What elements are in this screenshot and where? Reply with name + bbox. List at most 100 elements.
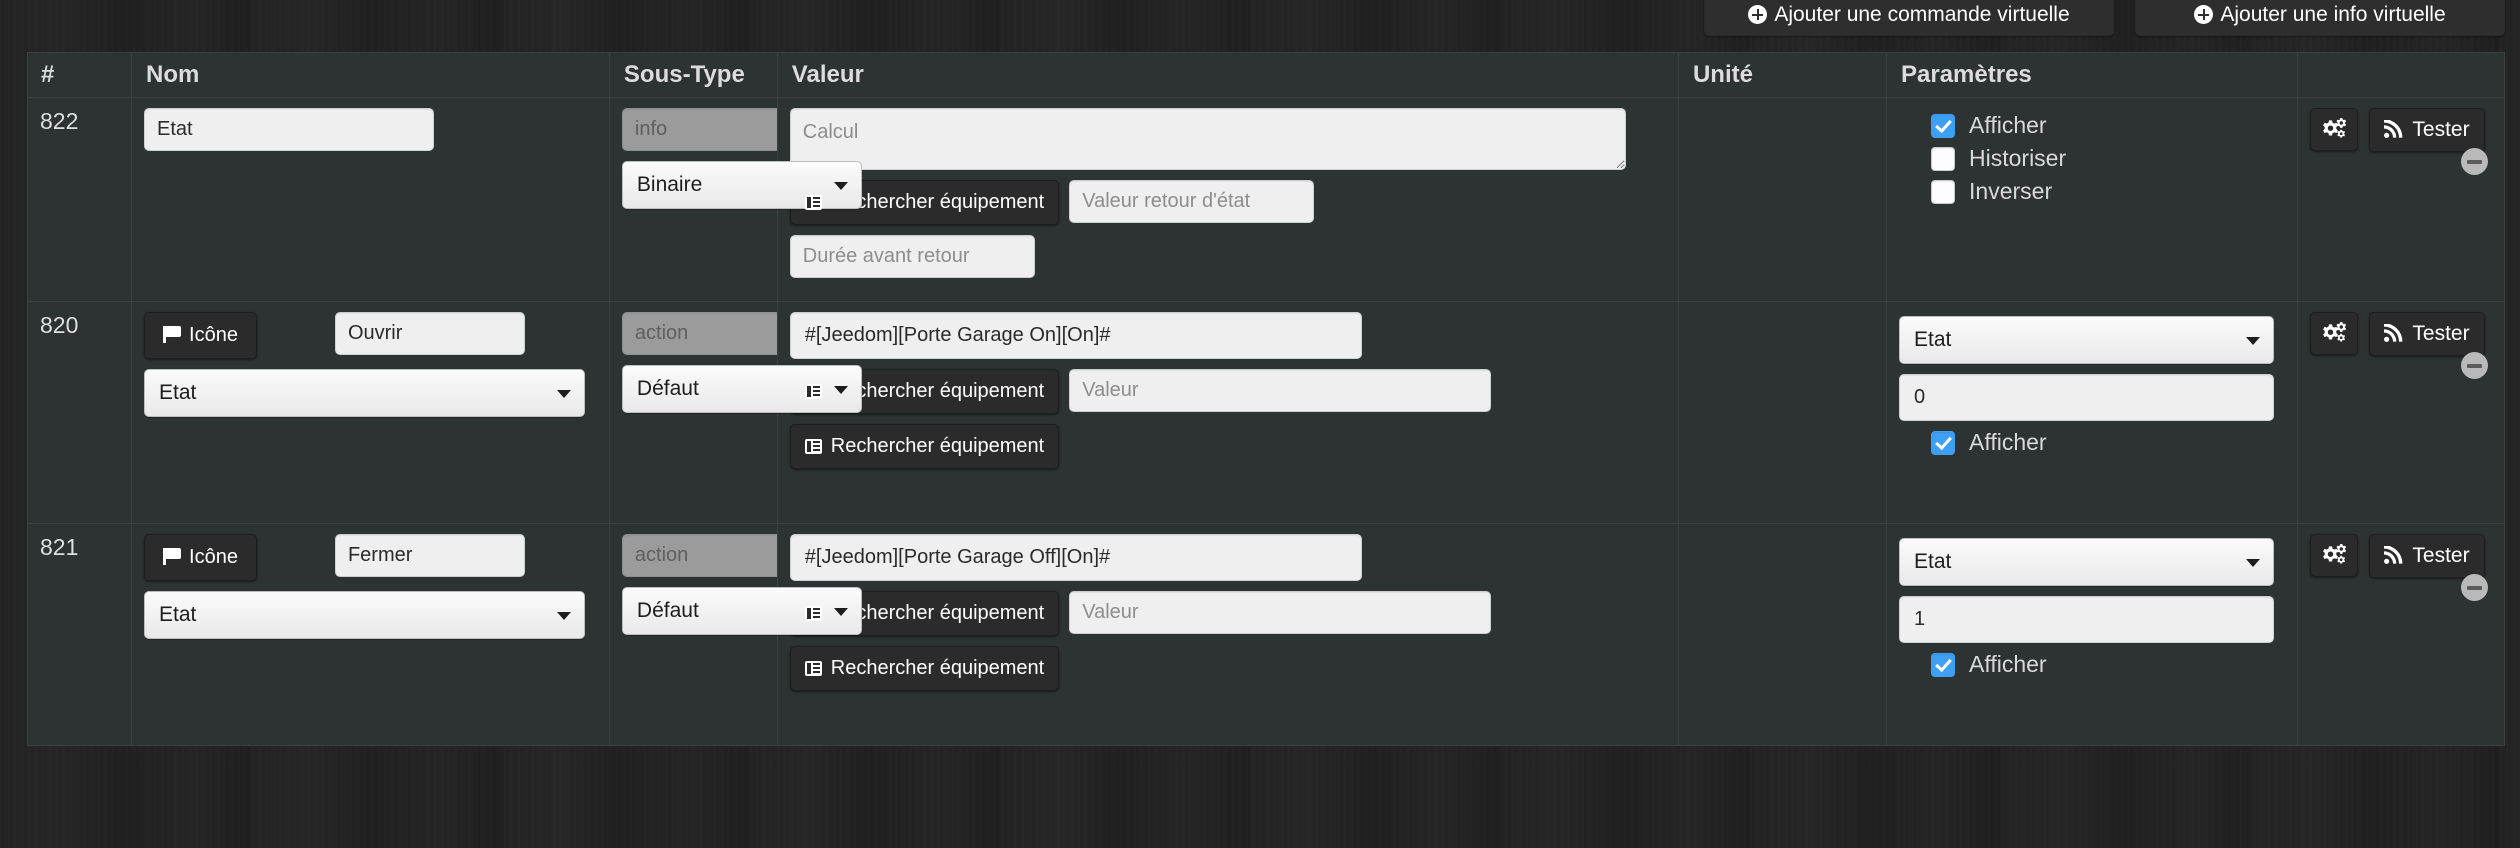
rss-icon <box>2384 546 2404 564</box>
row-actions-cell: Tester <box>2296 301 2506 524</box>
subtype-select-wrapper[interactable]: Défaut <box>621 587 862 635</box>
historiser-checkbox[interactable] <box>1931 146 1956 171</box>
linked-state-select-wrapper[interactable]: Etat <box>144 591 586 639</box>
row-actions-cell: Tester <box>2296 523 2506 746</box>
icon-picker-button[interactable]: Icône <box>144 534 257 581</box>
afficher-checkbox[interactable] <box>1931 430 1956 455</box>
table-row: 821 Icône Etat Défaut <box>26 523 2506 746</box>
afficher-label: Afficher <box>1969 429 2047 455</box>
remove-command-button[interactable] <box>2461 352 2488 379</box>
add-virtual-info-button[interactable]: Ajouter une info virtuelle <box>2135 0 2505 36</box>
value-input[interactable] <box>789 534 1362 581</box>
test-label: Tester <box>2412 118 2470 141</box>
search-equipment-button-secondary[interactable]: Rechercher équipement <box>789 646 1060 691</box>
test-button[interactable]: Tester <box>2369 534 2485 578</box>
list-icon <box>804 606 822 621</box>
test-button[interactable]: Tester <box>2369 312 2485 356</box>
param-state-select-wrapper[interactable]: Etat <box>1899 316 2275 364</box>
add-virtual-command-label: Ajouter une commande virtuelle <box>1774 3 2070 26</box>
secondary-value-input[interactable] <box>1069 591 1492 634</box>
add-virtual-info-label: Ajouter une info virtuelle <box>2220 3 2446 26</box>
page-root: Ajouter une commande virtuelle Ajouter u… <box>0 0 2520 848</box>
afficher-checkbox[interactable] <box>1931 652 1956 677</box>
list-icon <box>804 195 822 210</box>
plus-circle-icon <box>1748 5 1768 24</box>
linked-state-select[interactable]: Etat <box>144 591 586 639</box>
configure-button[interactable] <box>2309 312 2358 355</box>
row-subtype-cell: Binaire <box>608 97 862 302</box>
table-body: 822 Binaire Rechercher équipement <box>26 97 2506 746</box>
table-row: 822 Binaire Rechercher équipement <box>26 97 2506 302</box>
name-row-controls: Icône <box>144 534 601 581</box>
param-state-select-wrapper[interactable]: Etat <box>1899 538 2275 586</box>
search-equipment-label-secondary: Rechercher équipement <box>830 657 1045 679</box>
column-header-id: # <box>26 52 133 98</box>
gears-icon <box>2321 321 2347 343</box>
param-value-input[interactable] <box>1899 374 2275 421</box>
test-button[interactable]: Tester <box>2369 108 2485 152</box>
subtype-select[interactable]: Binaire <box>621 161 862 209</box>
icon-picker-label: Icône <box>189 546 238 568</box>
remove-command-button[interactable] <box>2461 148 2488 175</box>
row-unit-cell <box>1677 523 1888 746</box>
param-state-select[interactable]: Etat <box>1899 538 2275 586</box>
afficher-label: Afficher <box>1969 112 2047 138</box>
inverser-label: Inverser <box>1969 178 2053 204</box>
search-equipment-label: Rechercher équipement <box>830 380 1045 402</box>
afficher-checkbox[interactable] <box>1931 113 1956 138</box>
row-id: 821 <box>26 523 133 746</box>
subtype-select-wrapper[interactable]: Défaut <box>621 365 862 413</box>
linked-state-select[interactable]: Etat <box>144 369 586 417</box>
delay-before-return-input[interactable] <box>789 235 1035 278</box>
rss-icon <box>2384 120 2404 138</box>
row-name-cell: Icône Etat <box>131 301 610 524</box>
state-return-value-input[interactable] <box>1069 180 1315 223</box>
param-value-input[interactable] <box>1899 596 2275 643</box>
search-equipment-button-secondary[interactable]: Rechercher équipement <box>789 424 1060 469</box>
command-name-input[interactable] <box>334 312 525 355</box>
table-header-row: # Nom Sous-Type Valeur Unité Paramètres <box>26 52 2506 98</box>
add-virtual-command-button[interactable]: Ajouter une commande virtuelle <box>1704 0 2114 36</box>
subtype-select[interactable]: Défaut <box>621 365 862 413</box>
command-name-input[interactable] <box>334 534 525 577</box>
row-actions-cell: Tester <box>2296 97 2506 302</box>
row-params-cell: Etat Afficher <box>1886 523 2298 746</box>
afficher-label: Afficher <box>1969 651 2047 677</box>
column-header-value: Valeur <box>776 52 1679 98</box>
flag-icon <box>163 548 183 565</box>
row-params-cell: Etat Afficher <box>1886 301 2298 524</box>
commands-table: # Nom Sous-Type Valeur Unité Paramètres … <box>26 52 2506 746</box>
param-state-select[interactable]: Etat <box>1899 316 2275 364</box>
value-input[interactable] <box>789 312 1362 359</box>
subtype-select[interactable]: Défaut <box>621 587 862 635</box>
row-unit-cell <box>1677 301 1888 524</box>
configure-button[interactable] <box>2309 108 2358 151</box>
linked-state-select-wrapper[interactable]: Etat <box>144 369 586 417</box>
list-icon <box>804 661 822 676</box>
search-equipment-label: Rechercher équipement <box>830 191 1045 213</box>
icon-picker-button[interactable]: Icône <box>144 312 257 359</box>
subtype-select-wrapper[interactable]: Binaire <box>621 161 862 209</box>
calcul-textarea[interactable] <box>789 108 1626 170</box>
icon-picker-label: Icône <box>189 324 238 346</box>
secondary-value-input[interactable] <box>1069 369 1492 412</box>
table-row: 820 Icône Etat Défaut <box>26 301 2506 524</box>
row-params-cell: Afficher Historiser Inverser <box>1886 97 2298 302</box>
table-header: # Nom Sous-Type Valeur Unité Paramètres <box>26 52 2506 98</box>
configure-button[interactable] <box>2309 534 2358 577</box>
inverser-checkbox[interactable] <box>1931 179 1956 204</box>
column-header-subtype: Sous-Type <box>608 52 778 98</box>
value-row-controls: Rechercher équipement <box>789 591 1670 636</box>
row-subtype-cell: Défaut <box>608 523 862 746</box>
gears-icon <box>2321 117 2347 139</box>
value-row-controls: Rechercher équipement <box>789 369 1670 414</box>
gears-icon <box>2321 543 2347 565</box>
row-value-cell: Rechercher équipement Rechercher équipem… <box>776 523 1679 746</box>
row-name-cell <box>131 97 610 302</box>
name-row-controls: Icône <box>144 312 601 359</box>
test-label: Tester <box>2412 544 2470 567</box>
remove-command-button[interactable] <box>2461 574 2488 601</box>
rss-icon <box>2384 324 2404 342</box>
command-name-input[interactable] <box>144 108 435 151</box>
list-icon <box>804 439 822 454</box>
